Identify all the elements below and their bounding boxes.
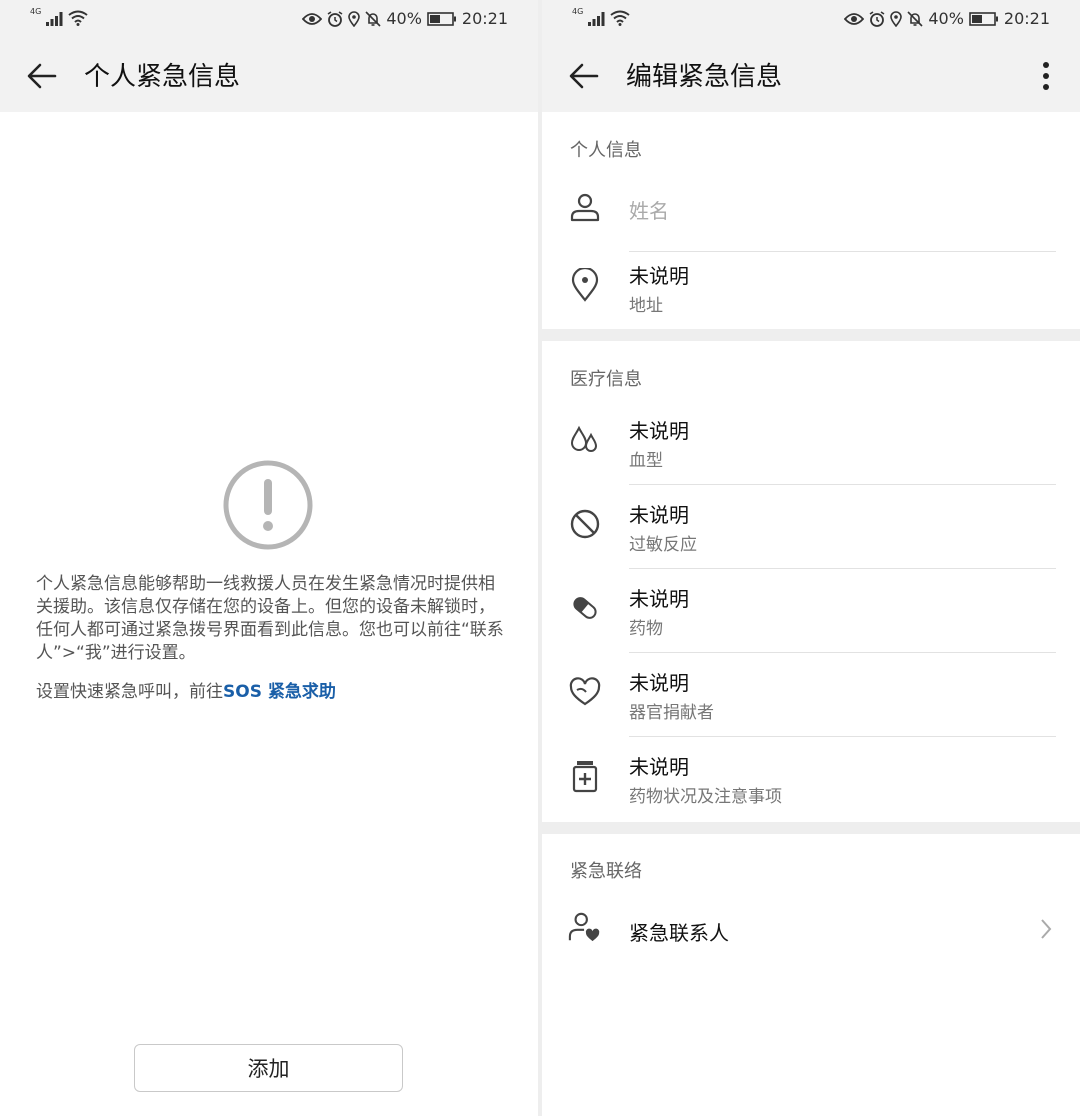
blood-type-row[interactable]: 未说明 血型 bbox=[542, 401, 1080, 485]
info-description: 个人紧急信息能够帮助一线救援人员在发生紧急情况时提供相关援助。该信息仅存储在您的… bbox=[36, 574, 504, 663]
name-placeholder: 姓名 bbox=[629, 199, 669, 223]
arrow-left-icon bbox=[569, 63, 599, 89]
section-header-personal: 个人信息 bbox=[570, 140, 642, 161]
blood-type-label: 血型 bbox=[629, 451, 663, 471]
eye-icon bbox=[844, 12, 865, 25]
chevron-right-icon bbox=[1041, 919, 1052, 939]
location-pin-icon bbox=[568, 268, 602, 302]
status-bar: 4G 40% 20:21 bbox=[0, 0, 538, 40]
prohibited-icon bbox=[568, 507, 602, 541]
add-button[interactable]: 添加 bbox=[134, 1044, 403, 1092]
blood-type-value: 未说明 bbox=[629, 419, 689, 443]
app-bar: 4G 40% 20:21 个人紧急信息 bbox=[0, 0, 538, 112]
personal-emergency-info-screen: 4G 40% 20:21 个人紧急信息 个人紧急信息能够帮助一线救援人员在发生紧… bbox=[0, 0, 538, 1116]
organ-donor-row[interactable]: 未说明 器官捐献者 bbox=[542, 653, 1080, 737]
eye-icon bbox=[302, 12, 323, 25]
organ-donor-label: 器官捐献者 bbox=[629, 703, 714, 723]
signal-icon bbox=[46, 12, 63, 26]
status-bar: 4G 40% 20:21 bbox=[542, 0, 1080, 40]
heart-hand-icon bbox=[568, 675, 602, 709]
back-button[interactable] bbox=[24, 58, 60, 94]
emergency-contacts-row[interactable]: 紧急联系人 bbox=[542, 888, 1080, 972]
section-separator bbox=[542, 822, 1080, 834]
more-vertical-icon bbox=[1043, 62, 1049, 90]
wifi-icon bbox=[610, 10, 630, 26]
page-title: 编辑紧急信息 bbox=[626, 62, 783, 92]
medications-row[interactable]: 未说明 药物 bbox=[542, 569, 1080, 653]
app-bar: 4G 40% 20:21 编辑紧急信息 bbox=[542, 0, 1080, 112]
sos-hint-prefix: 设置快速紧急呼叫，前往 bbox=[36, 682, 223, 702]
address-row[interactable]: 未说明 地址 bbox=[542, 246, 1080, 330]
allergies-label: 过敏反应 bbox=[629, 535, 697, 555]
address-value: 未说明 bbox=[629, 264, 689, 288]
name-row[interactable]: 姓名 bbox=[542, 168, 1080, 252]
address-label: 地址 bbox=[629, 296, 663, 316]
page-title: 个人紧急信息 bbox=[84, 62, 241, 92]
section-header-emergency: 紧急联络 bbox=[570, 861, 642, 882]
mute-icon bbox=[365, 10, 381, 27]
medications-value: 未说明 bbox=[629, 587, 689, 611]
clock: 20:21 bbox=[461, 9, 508, 28]
sos-hint: 设置快速紧急呼叫，前往SOS 紧急求助 bbox=[36, 681, 336, 704]
more-options-button[interactable] bbox=[1034, 58, 1058, 94]
alarm-icon bbox=[327, 10, 343, 27]
medical-notes-label: 药物状况及注意事项 bbox=[629, 787, 782, 807]
sos-link[interactable]: SOS 紧急求助 bbox=[223, 682, 336, 702]
person-icon bbox=[568, 190, 602, 224]
emergency-contacts-label: 紧急联系人 bbox=[629, 921, 729, 945]
medical-notes-row[interactable]: 未说明 药物状况及注意事项 bbox=[542, 737, 1080, 821]
location-icon bbox=[348, 10, 361, 27]
medicine-bottle-icon bbox=[568, 759, 602, 793]
network-type: 4G bbox=[30, 7, 42, 16]
section-separator bbox=[542, 329, 1080, 341]
medical-notes-value: 未说明 bbox=[629, 755, 689, 779]
arrow-left-icon bbox=[27, 63, 57, 89]
battery-icon bbox=[969, 11, 998, 26]
battery-percent: 40% bbox=[386, 9, 422, 28]
alarm-icon bbox=[869, 10, 885, 27]
location-icon bbox=[890, 10, 903, 27]
battery-icon bbox=[427, 11, 456, 26]
medications-label: 药物 bbox=[629, 619, 663, 639]
network-type: 4G bbox=[572, 7, 584, 16]
edit-emergency-info-screen: 4G 40% 20:21 编辑紧急信息 个人信息 姓名 未说明 地址 医疗信息 … bbox=[542, 0, 1080, 1116]
mute-icon bbox=[907, 10, 923, 27]
battery-percent: 40% bbox=[928, 9, 964, 28]
back-button[interactable] bbox=[566, 58, 602, 94]
contact-heart-icon bbox=[568, 910, 602, 944]
signal-icon bbox=[588, 12, 605, 26]
allergies-value: 未说明 bbox=[629, 503, 689, 527]
pill-icon bbox=[568, 591, 602, 625]
wifi-icon bbox=[68, 10, 88, 26]
allergies-row[interactable]: 未说明 过敏反应 bbox=[542, 485, 1080, 569]
alert-circle-icon bbox=[223, 460, 313, 550]
section-header-medical: 医疗信息 bbox=[570, 369, 642, 390]
blood-drop-icon bbox=[568, 423, 602, 457]
organ-donor-value: 未说明 bbox=[629, 671, 689, 695]
clock: 20:21 bbox=[1003, 9, 1050, 28]
